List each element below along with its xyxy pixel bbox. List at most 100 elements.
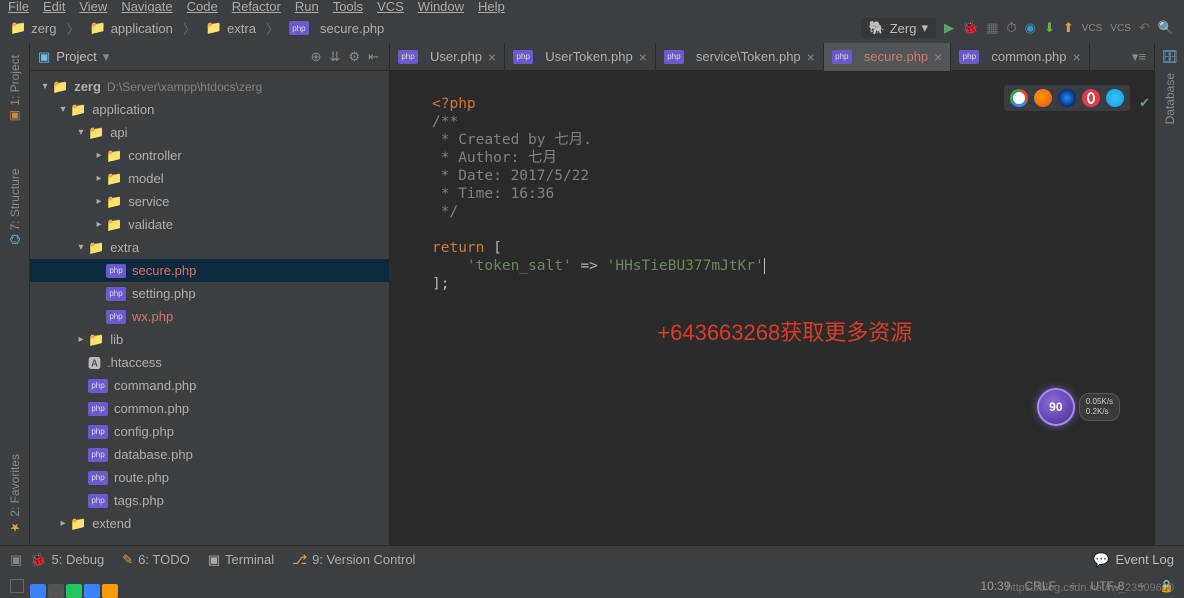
- close-icon[interactable]: ×: [639, 49, 647, 65]
- tab-terminal[interactable]: ▣ Terminal: [208, 552, 274, 568]
- breadcrumb-item-zerg[interactable]: 📁 zerg: [10, 20, 56, 36]
- tree-validate[interactable]: 📁 validate: [30, 213, 389, 236]
- ie-icon[interactable]: [1106, 89, 1124, 107]
- tree-wx[interactable]: php wx.php: [30, 305, 389, 328]
- php-icon: php: [106, 264, 126, 278]
- profile-icon[interactable]: ⏱: [1006, 20, 1016, 36]
- project-tree[interactable]: 📁 zerg D:\Server\xampp\htdocs\zerg 📁 app…: [30, 71, 389, 545]
- php-icon: php: [88, 448, 108, 462]
- undo-icon[interactable]: ↶: [1139, 20, 1150, 36]
- sidebar-tab-favorites[interactable]: ★ 2: Favorites: [8, 454, 22, 535]
- menu-vcs[interactable]: VCS: [377, 0, 404, 13]
- tree-config[interactable]: php config.php: [30, 420, 389, 443]
- tree-route[interactable]: php route.php: [30, 466, 389, 489]
- tab-usertoken[interactable]: php UserToken.php×: [505, 43, 656, 71]
- tree-secure[interactable]: php secure.php: [30, 259, 389, 282]
- tree-api[interactable]: 📁 api: [30, 121, 389, 144]
- database-icon[interactable]: 🗄: [1161, 49, 1178, 65]
- menu-view[interactable]: View: [79, 0, 107, 13]
- tree-lib[interactable]: 📁 lib: [30, 328, 389, 351]
- tab-user[interactable]: php User.php×: [390, 43, 505, 71]
- update-up-icon[interactable]: ⬆: [1063, 20, 1074, 36]
- terminal-icon: ▣: [208, 552, 220, 568]
- menu-edit[interactable]: Edit: [43, 0, 65, 13]
- breadcrumb-item-file[interactable]: php secure.php: [289, 21, 384, 36]
- chrome-icon[interactable]: [1010, 89, 1028, 107]
- tab-common[interactable]: php common.php×: [951, 43, 1089, 71]
- php-icon: php: [513, 50, 533, 64]
- collapse-icon[interactable]: ⇊: [328, 49, 343, 65]
- gear-icon[interactable]: ⚙: [346, 49, 362, 65]
- tab-token[interactable]: php service\Token.php×: [656, 43, 824, 71]
- tree-service[interactable]: 📁 service: [30, 190, 389, 213]
- breadcrumb-item-extra[interactable]: 📁 extra: [206, 20, 256, 36]
- network-badge: 90 0.05K/s 0.2K/s: [1037, 388, 1120, 426]
- dropdown-icon[interactable]: ▾: [103, 49, 110, 65]
- sidebar-tab-database[interactable]: Database: [1163, 73, 1177, 124]
- tree-extra[interactable]: 📁 extra: [30, 236, 389, 259]
- breadcrumb-item-application[interactable]: 📁 application: [90, 20, 173, 36]
- tree-tags[interactable]: php tags.php: [30, 489, 389, 512]
- breadcrumb-bar: 📁 zerg 〉 📁 application 〉 📁 extra 〉 php s…: [0, 13, 1184, 43]
- search-icon[interactable]: 🔍: [1158, 20, 1174, 36]
- php-icon: php: [88, 471, 108, 485]
- hide-icon[interactable]: ⇤: [366, 49, 381, 65]
- update-down-icon[interactable]: ⬇: [1044, 20, 1055, 36]
- tree-setting[interactable]: php setting.php: [30, 282, 389, 305]
- run-config-selector[interactable]: 🐘 Zerg ▾: [861, 18, 936, 38]
- tree-database[interactable]: php database.php: [30, 443, 389, 466]
- tray-icon[interactable]: [48, 584, 64, 598]
- folder-icon: 📁: [106, 148, 122, 164]
- close-icon[interactable]: ×: [934, 49, 942, 65]
- tray-icon[interactable]: [66, 584, 82, 598]
- coverage-icon[interactable]: ▦: [986, 20, 998, 36]
- toolwindow-toggle-icon[interactable]: ▣: [10, 552, 22, 568]
- close-icon[interactable]: ×: [488, 49, 496, 65]
- sidebar-tab-project[interactable]: ▣ 1: Project: [8, 55, 22, 124]
- tree-root[interactable]: 📁 zerg D:\Server\xampp\htdocs\zerg: [30, 75, 389, 98]
- menu-tools[interactable]: Tools: [333, 0, 363, 13]
- menu-file[interactable]: File: [8, 0, 29, 13]
- menu-navigate[interactable]: Navigate: [121, 0, 172, 13]
- close-icon[interactable]: ×: [807, 49, 815, 65]
- tree-model[interactable]: 📁 model: [30, 167, 389, 190]
- menu-refactor[interactable]: Refactor: [232, 0, 281, 13]
- php-icon: php: [88, 425, 108, 439]
- stop-icon[interactable]: ◉: [1025, 20, 1036, 36]
- php-icon: php: [88, 494, 108, 508]
- tray-icon[interactable]: [84, 584, 100, 598]
- tree-command[interactable]: php command.php: [30, 374, 389, 397]
- tab-debug[interactable]: 🐞 5: Debug: [30, 552, 104, 568]
- tray-icon[interactable]: [30, 584, 46, 598]
- tree-common[interactable]: php common.php: [30, 397, 389, 420]
- network-speed-circle[interactable]: 90: [1037, 388, 1075, 426]
- menu-help[interactable]: Help: [478, 0, 505, 13]
- tree-htaccess[interactable]: 🅰 .htaccess: [30, 351, 389, 374]
- tray-icon[interactable]: [102, 584, 118, 598]
- tab-version-control[interactable]: ⎇ 9: Version Control: [292, 552, 415, 568]
- breadcrumb-sep: 〉: [183, 19, 196, 38]
- os-tray: [30, 584, 118, 598]
- menu-window[interactable]: Window: [418, 0, 464, 13]
- close-icon[interactable]: ×: [1073, 49, 1081, 65]
- firefox-icon[interactable]: [1034, 89, 1052, 107]
- tab-event-log[interactable]: Event Log: [1115, 552, 1174, 567]
- target-icon[interactable]: ⊕: [309, 49, 324, 65]
- tree-controller[interactable]: 📁 controller: [30, 144, 389, 167]
- sidebar-tab-structure[interactable]: ⌬ 7: Structure: [8, 168, 22, 245]
- run-icon[interactable]: ▶: [944, 20, 954, 36]
- tab-secure[interactable]: php secure.php×: [824, 43, 952, 71]
- tree-extend[interactable]: 📁 extend: [30, 512, 389, 535]
- tab-list-icon[interactable]: ▾≡: [1124, 49, 1154, 65]
- safari-icon[interactable]: [1058, 89, 1076, 107]
- editor-body[interactable]: <?php /** * Created by 七月. * Author: 七月 …: [390, 71, 1154, 545]
- opera-icon[interactable]: [1082, 89, 1100, 107]
- status-box-icon[interactable]: [10, 579, 24, 593]
- tab-todo[interactable]: ✎ 6: TODO: [122, 552, 189, 568]
- tree-application[interactable]: 📁 application: [30, 98, 389, 121]
- menu-code[interactable]: Code: [187, 0, 218, 13]
- menu-run[interactable]: Run: [295, 0, 319, 13]
- breadcrumb-sep: 〉: [66, 19, 79, 38]
- vcs-icon: ⎇: [292, 552, 307, 568]
- debug-icon[interactable]: 🐞: [962, 20, 978, 36]
